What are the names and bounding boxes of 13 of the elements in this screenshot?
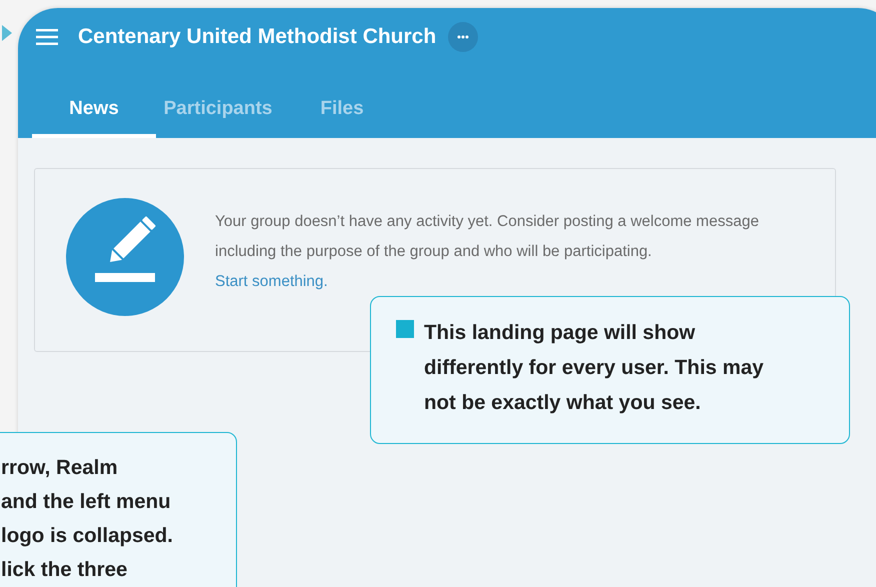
square-icon: [396, 320, 414, 338]
start-something-link[interactable]: Start something.: [215, 267, 328, 297]
empty-state-message: Your group doesn’t have any activity yet. Consider posting a welcome message including the purpose of the group and who will be participating.: [215, 212, 760, 262]
tab[interactable]: Files: [280, 88, 404, 138]
tab[interactable]: Participants: [156, 88, 280, 138]
group-title: Centenary United Methodist Church: [78, 25, 436, 49]
pencil-icon: [65, 197, 185, 317]
callout-text: rrow, Realm and the left menu logo is collapsed. lick the three: [1, 455, 174, 583]
menu-icon[interactable]: [34, 27, 60, 47]
callout-text: This landing page will show differently for every user. This may not be exactly what you see.: [424, 320, 764, 416]
more-options-icon[interactable]: [448, 22, 478, 52]
tab[interactable]: News: [32, 88, 156, 138]
pointer-icon: [2, 25, 12, 41]
